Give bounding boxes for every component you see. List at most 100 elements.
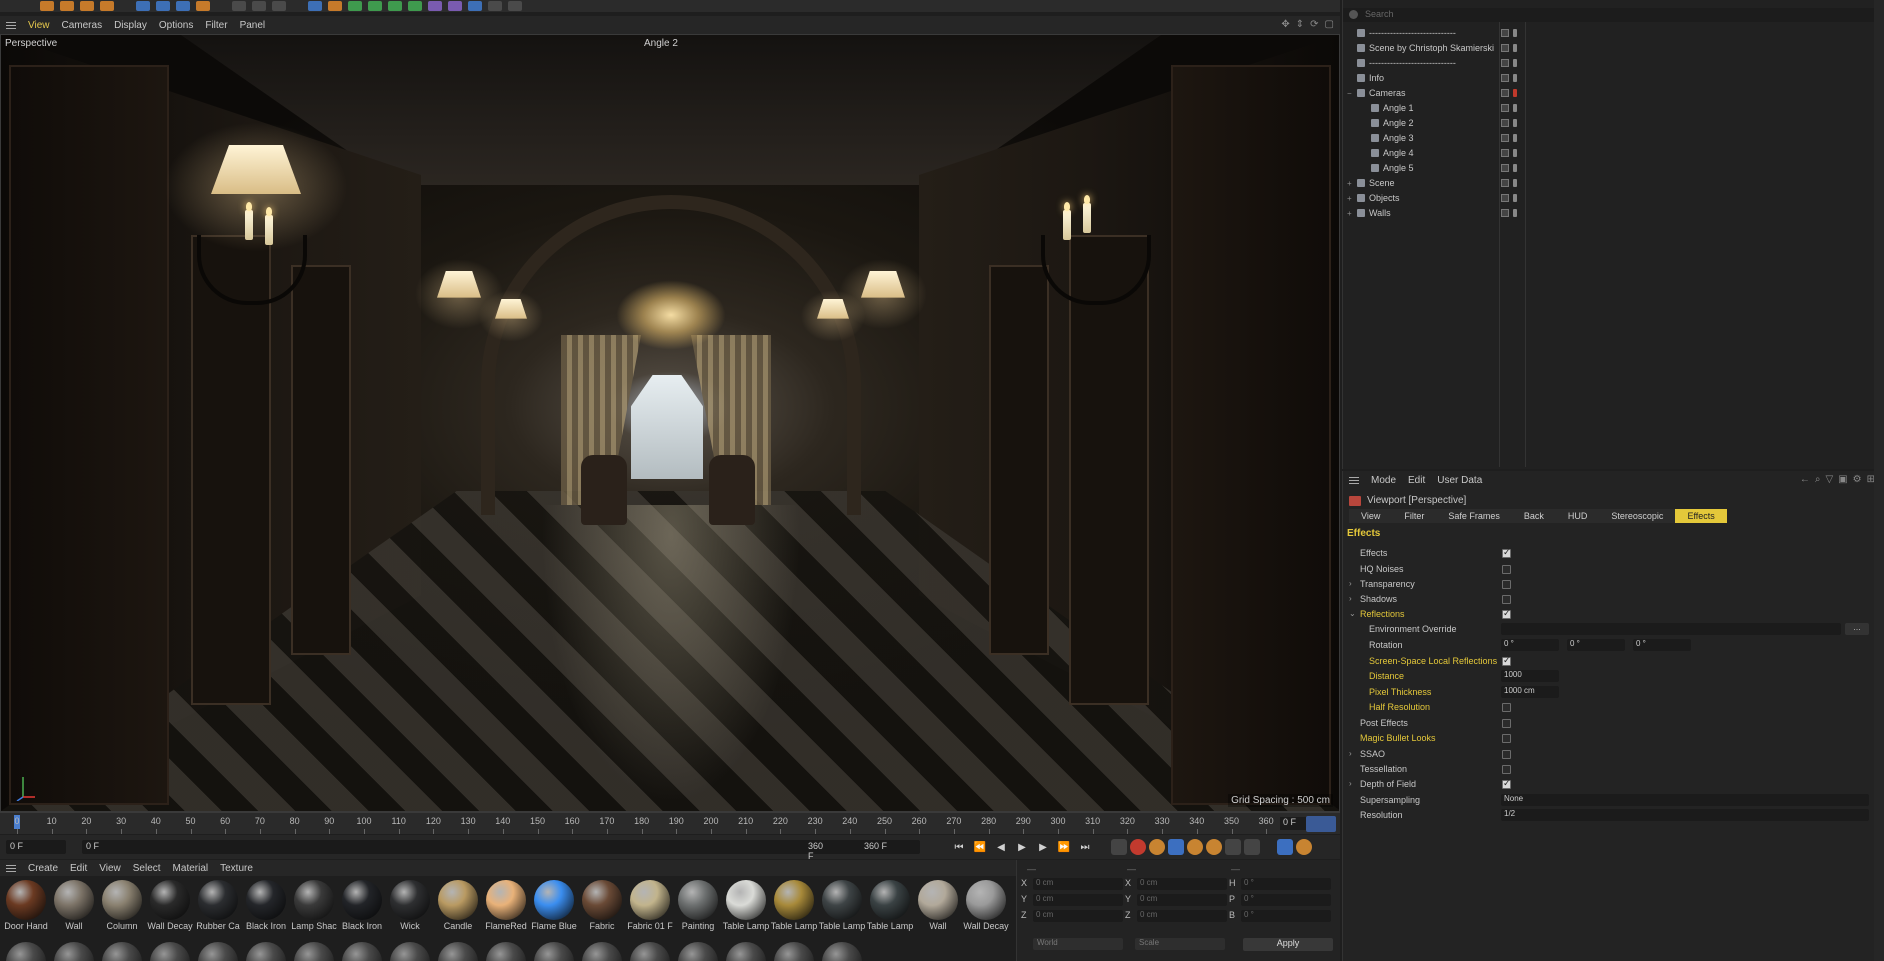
object-name[interactable]: ----------------------------- bbox=[1369, 58, 1456, 68]
more-options-button[interactable]: … bbox=[1845, 623, 1869, 635]
viewport-menu-display[interactable]: Display bbox=[108, 20, 153, 31]
material-swatch[interactable]: Fabric bbox=[578, 880, 626, 931]
attribute-checkbox[interactable] bbox=[1502, 595, 1511, 604]
group-expand-icon[interactable]: › bbox=[1349, 594, 1352, 603]
rotation-field[interactable]: 0 ° bbox=[1633, 639, 1691, 651]
object-row[interactable]: ----------------------------- bbox=[1343, 56, 1883, 70]
record-pla-icon[interactable] bbox=[1244, 839, 1260, 855]
object-row[interactable]: + Scene bbox=[1343, 176, 1883, 190]
material-swatch[interactable]: Wall bbox=[914, 880, 962, 931]
object-row[interactable]: Info bbox=[1343, 71, 1883, 85]
tab-back[interactable]: Back bbox=[1512, 509, 1556, 523]
material-swatch[interactable]: Door Hand bbox=[2, 880, 50, 931]
layer-visibility-checkbox[interactable] bbox=[1501, 59, 1509, 67]
generator-icon[interactable] bbox=[368, 1, 382, 11]
coords-value-field[interactable]: 0 cm bbox=[1137, 878, 1227, 890]
material-menu-material[interactable]: Material bbox=[167, 863, 215, 874]
numeric-field[interactable]: 1000 cm bbox=[1501, 686, 1559, 698]
material-swatch[interactable] bbox=[338, 942, 386, 961]
material-menu-edit[interactable]: Edit bbox=[64, 863, 93, 874]
object-name[interactable]: Angle 2 bbox=[1383, 118, 1414, 128]
record-parameter-icon[interactable] bbox=[1225, 839, 1241, 855]
back-arrow-icon[interactable]: ← bbox=[1800, 474, 1810, 485]
viewport-menu-icon[interactable] bbox=[0, 16, 22, 34]
coords-value-field[interactable]: 0 cm bbox=[1137, 910, 1227, 922]
previous-key-icon[interactable]: ⏪ bbox=[971, 839, 989, 855]
object-row[interactable]: + Walls bbox=[1343, 206, 1883, 220]
visibility-dots-icon[interactable] bbox=[1513, 59, 1517, 67]
timeline-ruler[interactable]: 0 F 0 10 20 30 40 50 60 70 80 90 100 110 120 130 140 15… bbox=[0, 812, 1340, 834]
tab-stereoscopic[interactable]: Stereoscopic bbox=[1599, 509, 1675, 523]
material-swatch[interactable] bbox=[530, 942, 578, 961]
object-name[interactable]: Objects bbox=[1369, 193, 1400, 203]
object-name[interactable]: ----------------------------- bbox=[1369, 28, 1456, 38]
material-swatch[interactable] bbox=[50, 942, 98, 961]
pen-icon[interactable] bbox=[328, 1, 342, 11]
attribute-checkbox[interactable] bbox=[1502, 703, 1511, 712]
material-swatch[interactable]: Candle bbox=[434, 880, 482, 931]
material-menu-texture[interactable]: Texture bbox=[214, 863, 259, 874]
material-swatch[interactable]: Wall Decay bbox=[146, 880, 194, 931]
viewport-menu-options[interactable]: Options bbox=[153, 20, 199, 31]
camera-icon[interactable] bbox=[488, 1, 502, 11]
object-search-input[interactable]: Search bbox=[1365, 9, 1394, 19]
render-region-icon[interactable] bbox=[232, 1, 246, 11]
motion-system-icon[interactable] bbox=[1277, 839, 1293, 855]
coords-mode-select[interactable]: World bbox=[1033, 938, 1123, 950]
search-icon[interactable]: ⌕ bbox=[1815, 474, 1821, 485]
floor-icon[interactable] bbox=[468, 1, 482, 11]
end-frame-field[interactable]: 360 F bbox=[860, 840, 920, 854]
object-row[interactable]: Angle 2 bbox=[1343, 116, 1883, 130]
rotate-tool-icon[interactable] bbox=[80, 1, 94, 11]
material-swatch[interactable] bbox=[146, 942, 194, 961]
material-swatch[interactable] bbox=[722, 942, 770, 961]
attribute-checkbox[interactable] bbox=[1502, 580, 1511, 589]
material-swatch[interactable] bbox=[98, 942, 146, 961]
visibility-dots-icon[interactable] bbox=[1513, 29, 1517, 37]
next-frame-icon[interactable]: ▶ bbox=[1034, 839, 1052, 855]
material-swatch[interactable] bbox=[194, 942, 242, 961]
object-name[interactable]: Angle 4 bbox=[1383, 148, 1414, 158]
material-swatch[interactable] bbox=[770, 942, 818, 961]
expand-toggle-icon[interactable]: − bbox=[1347, 89, 1355, 98]
object-row[interactable]: Angle 4 bbox=[1343, 146, 1883, 160]
material-swatch[interactable]: Wall bbox=[50, 880, 98, 931]
visibility-dots-icon[interactable] bbox=[1513, 44, 1517, 52]
expand-toggle-icon[interactable]: + bbox=[1347, 209, 1355, 218]
viewport-menu-view[interactable]: View bbox=[22, 20, 56, 31]
material-swatch[interactable] bbox=[674, 942, 722, 961]
object-name[interactable]: Info bbox=[1369, 73, 1384, 83]
viewport-menu-panel[interactable]: Panel bbox=[234, 20, 272, 31]
object-name[interactable]: Angle 3 bbox=[1383, 133, 1414, 143]
material-swatch[interactable]: Fabric 01 F bbox=[626, 880, 674, 931]
group-expand-icon[interactable]: › bbox=[1349, 749, 1352, 758]
material-swatch[interactable]: FlameRed bbox=[482, 880, 530, 931]
attribute-checkbox[interactable] bbox=[1502, 719, 1511, 728]
record-position-icon[interactable] bbox=[1168, 839, 1184, 855]
material-swatch[interactable] bbox=[242, 942, 290, 961]
coords-value-field[interactable]: 0 cm bbox=[1137, 894, 1227, 906]
material-swatch[interactable]: Table Lamp bbox=[818, 880, 866, 931]
attribute-menu-icon[interactable] bbox=[1343, 471, 1365, 489]
visibility-dots-icon[interactable] bbox=[1513, 74, 1517, 82]
settings-icon[interactable]: ⚙ bbox=[1853, 474, 1862, 485]
subdivision-icon[interactable] bbox=[348, 1, 362, 11]
material-swatch[interactable] bbox=[482, 942, 530, 961]
visibility-dots-icon[interactable] bbox=[1513, 134, 1517, 142]
material-swatch[interactable] bbox=[434, 942, 482, 961]
keyframe-selection-icon[interactable] bbox=[1149, 839, 1165, 855]
light-icon[interactable] bbox=[508, 1, 522, 11]
material-swatch[interactable]: Black Iron bbox=[338, 880, 386, 931]
render-view-icon[interactable] bbox=[252, 1, 266, 11]
attribute-menu-user-data[interactable]: User Data bbox=[1431, 475, 1488, 486]
dropdown-select[interactable]: None bbox=[1501, 794, 1869, 806]
expand-toggle-icon[interactable]: + bbox=[1347, 179, 1355, 188]
attribute-checkbox[interactable] bbox=[1502, 547, 1511, 558]
attribute-checkbox[interactable] bbox=[1502, 565, 1511, 574]
material-menu-view[interactable]: View bbox=[93, 863, 127, 874]
material-swatch[interactable]: Table Lamp bbox=[866, 880, 914, 931]
x-axis-icon[interactable] bbox=[136, 1, 150, 11]
attribute-checkbox[interactable] bbox=[1502, 778, 1511, 789]
attribute-checkbox[interactable] bbox=[1502, 765, 1511, 774]
previous-frame-icon[interactable]: ◀ bbox=[992, 839, 1010, 855]
